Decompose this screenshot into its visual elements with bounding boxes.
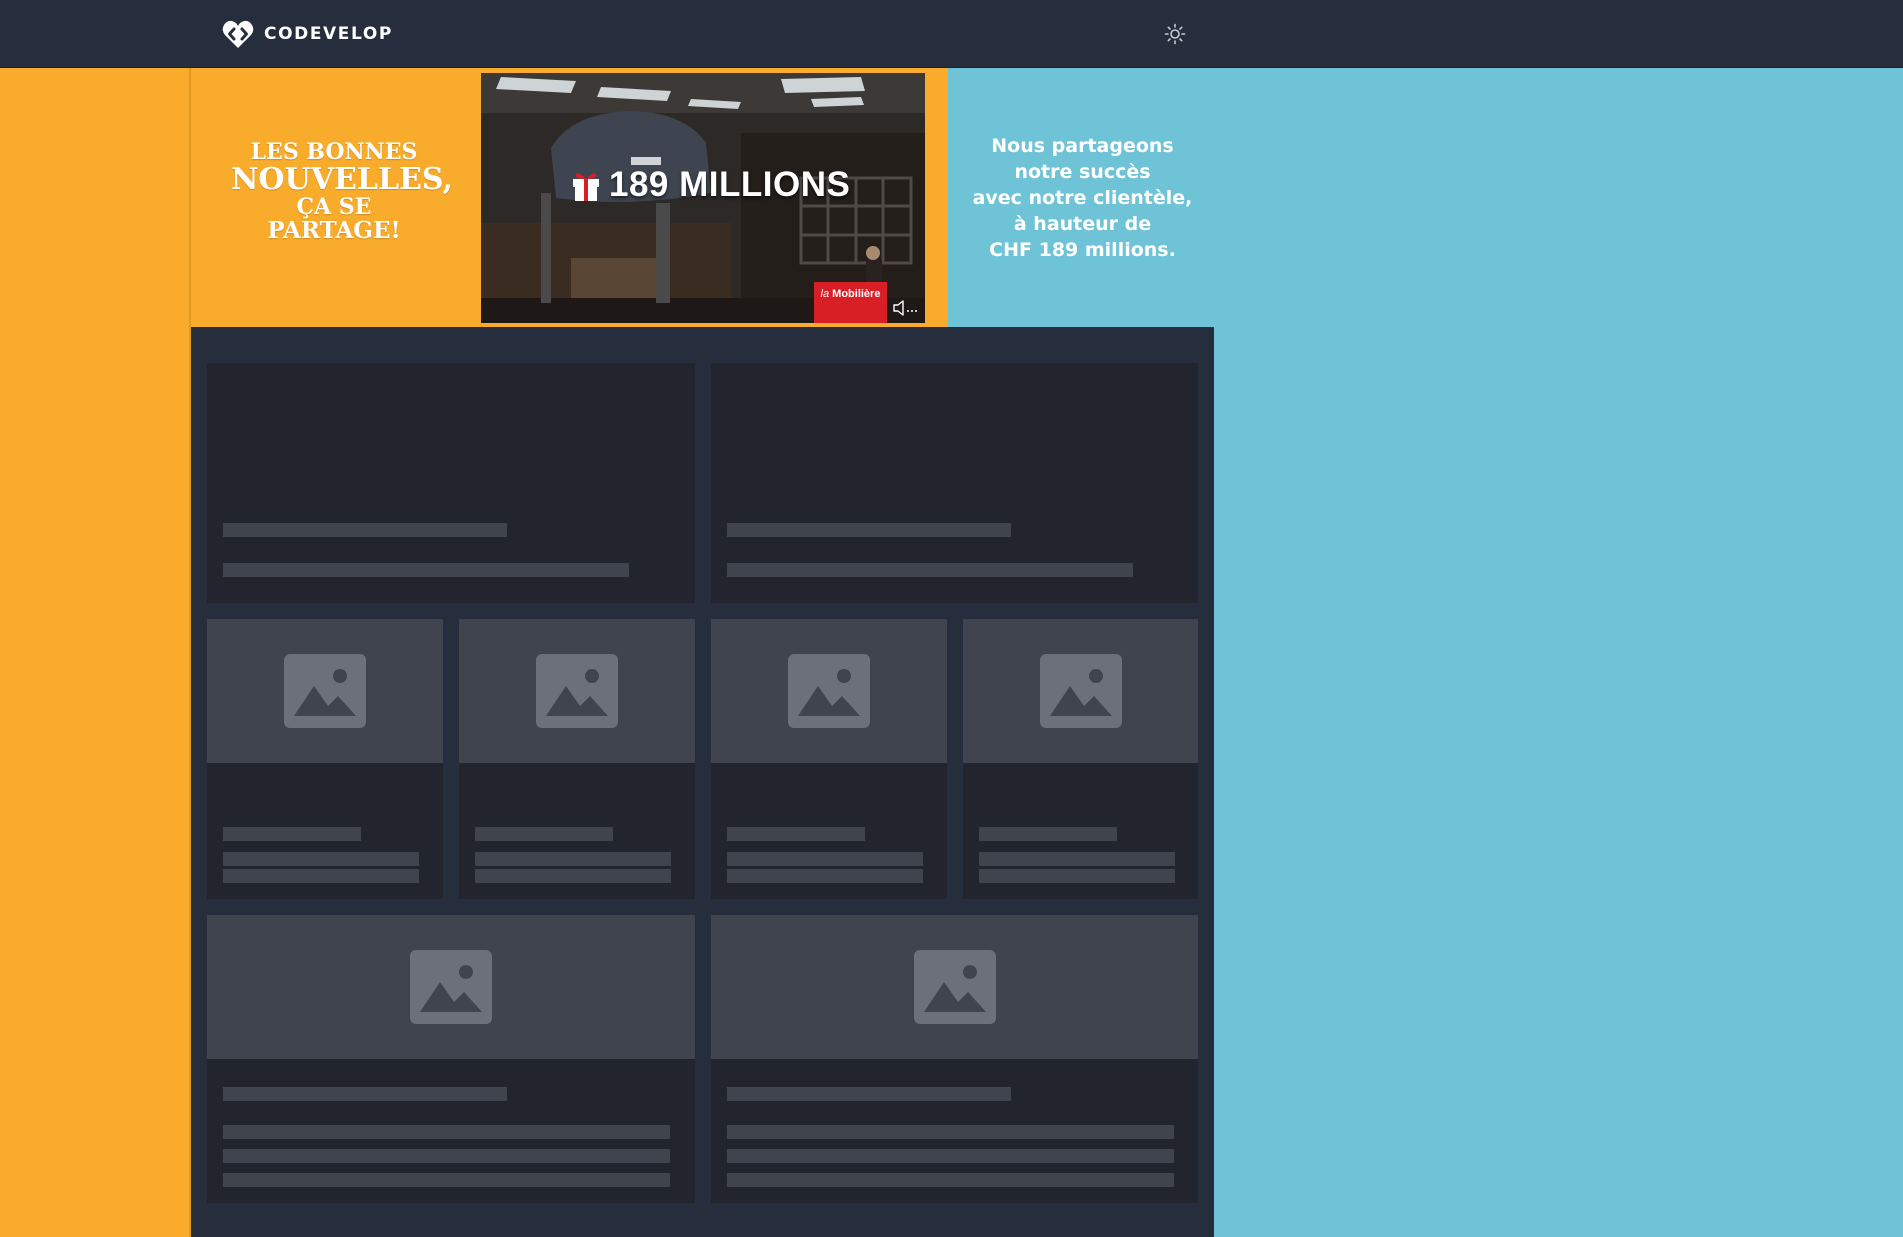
skeleton-text-line [727, 869, 923, 883]
ad-headline: 189 MILLIONS [571, 165, 850, 205]
skeleton-image [711, 619, 947, 763]
skeleton-card [711, 619, 947, 899]
skeleton-text-line [727, 1149, 1174, 1163]
skeleton-text-line [727, 1087, 1011, 1101]
skeleton-text-line [475, 827, 613, 841]
heart-code-icon [222, 20, 254, 48]
skeleton-text-line [727, 827, 865, 841]
top-navigation-bar: CODEVELOP [0, 0, 1903, 68]
skeleton-image [711, 915, 1198, 1059]
skeleton-card [207, 915, 695, 1203]
skeleton-text-line [727, 1125, 1174, 1139]
skeleton-card [711, 915, 1198, 1203]
skeleton-text-line [979, 852, 1175, 866]
ad-copy-line: notre succès [1014, 161, 1151, 183]
site-logo[interactable]: CODEVELOP [221, 17, 393, 51]
skeleton-card [207, 363, 695, 603]
brand-name: Mobilière [832, 288, 881, 300]
skeleton-image [207, 915, 695, 1059]
image-placeholder-icon [410, 950, 492, 1024]
skeleton-text-line [727, 852, 923, 866]
skeleton-card [711, 363, 1198, 603]
skeleton-image [459, 619, 695, 763]
skeleton-text-line [979, 869, 1175, 883]
skeleton-card [963, 619, 1198, 899]
skeleton-text-line [727, 1173, 1174, 1187]
ad-banner[interactable]: LES BONNES NOUVELLES, ÇA SE PARTAGE! 189… [191, 68, 1212, 327]
ad-slogan-line: PARTAGE! [267, 216, 401, 244]
ad-orange-edge [936, 68, 952, 327]
ad-slogan-line: NOUVELLES, [231, 162, 453, 198]
image-placeholder-icon [284, 654, 366, 728]
skeleton-text-line [223, 852, 419, 866]
sun-icon [1164, 23, 1186, 45]
skeleton-text-line [223, 1125, 670, 1139]
skeleton-text-line [979, 827, 1117, 841]
ad-slogan: LES BONNES NOUVELLES, ÇA SE PARTAGE! [231, 139, 453, 244]
image-placeholder-icon [536, 654, 618, 728]
image-placeholder-icon [788, 654, 870, 728]
gift-icon [573, 173, 599, 201]
ad-copy-line: Nous partageons [991, 135, 1174, 157]
main-content-skeleton [191, 327, 1214, 1237]
logo-text: CODEVELOP [264, 24, 393, 44]
skeleton-text-line [475, 869, 671, 883]
skeleton-card [207, 619, 443, 899]
ad-copy-line: avec notre clientèle, [972, 187, 1193, 209]
ad-copy-line: CHF 189 millions. [989, 239, 1176, 261]
skeleton-text-line [223, 1087, 507, 1101]
ad-video-player[interactable]: 189 MILLIONS la Mobilière [481, 73, 925, 323]
image-placeholder-icon [913, 950, 996, 1024]
ad-copy-line: à hauteur de [1013, 213, 1152, 235]
skeleton-text-line [475, 852, 671, 866]
skeleton-text-line [223, 563, 629, 577]
speaker-muted-icon [893, 300, 917, 316]
left-ad-background[interactable] [0, 68, 190, 1237]
skeleton-text-line [223, 869, 419, 883]
brand-badge: la Mobilière [814, 282, 887, 323]
image-placeholder-icon [1039, 654, 1122, 728]
brand-prefix: la [820, 288, 830, 300]
skeleton-text-line [223, 1149, 670, 1163]
skeleton-text-line [223, 827, 361, 841]
ad-headline-text: 189 MILLIONS [609, 165, 851, 204]
skeleton-text-line [727, 523, 1011, 537]
theme-toggle-button[interactable] [1163, 22, 1187, 46]
skeleton-card [459, 619, 695, 899]
skeleton-text-line [727, 563, 1133, 577]
skeleton-image [207, 619, 443, 763]
skeleton-image [963, 619, 1198, 763]
ad-slogan-line: ÇA SE [296, 193, 372, 220]
skeleton-text-line [223, 1173, 670, 1187]
ad-slogan-line: LES BONNES [250, 139, 418, 165]
sound-toggle-button[interactable] [892, 299, 920, 317]
ad-copy: Nous partageons notre succès avec notre … [953, 133, 1212, 263]
skeleton-text-line [223, 523, 507, 537]
